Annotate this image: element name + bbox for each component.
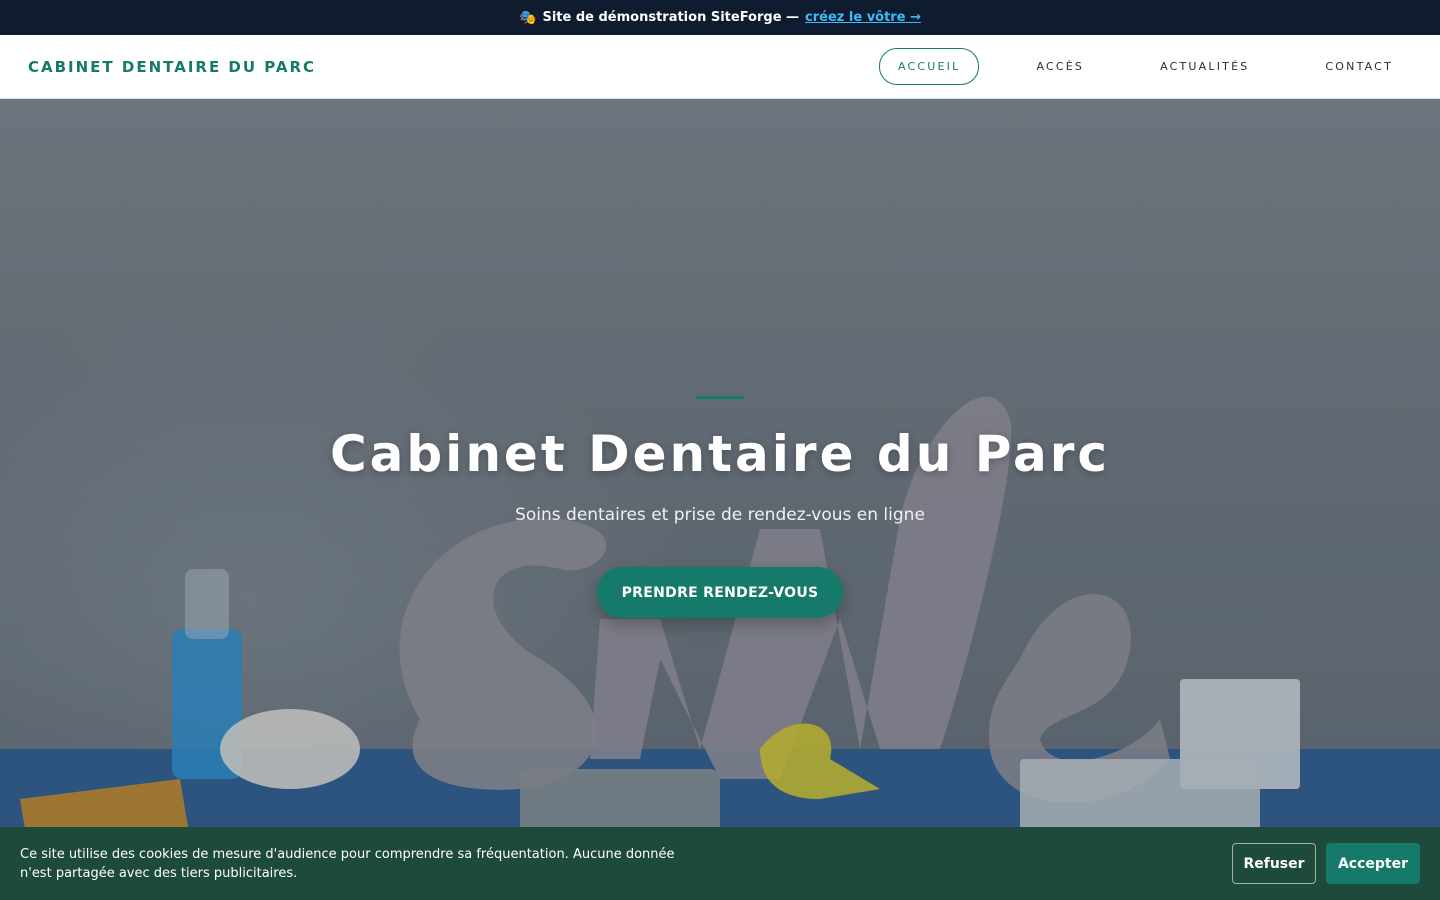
accent-divider — [696, 396, 744, 399]
main-nav: ACCUEIL ACCÈS ACTUALITÉS CONTACT — [878, 48, 1412, 85]
theater-masks-icon: 🎭 — [519, 9, 537, 26]
create-site-link[interactable]: créez le vôtre → — [805, 10, 921, 25]
hero-section: Cabinet Dentaire du Parc Soins dentaires… — [0, 99, 1440, 900]
hero-subtitle: Soins dentaires et prise de rendez-vous … — [515, 505, 925, 525]
site-header: CABINET DENTAIRE DU PARC ACCUEIL ACCÈS A… — [0, 35, 1440, 99]
brand-logo-text[interactable]: CABINET DENTAIRE DU PARC — [28, 58, 316, 76]
nav-item-contact[interactable]: CONTACT — [1306, 48, 1412, 85]
hero-title: Cabinet Dentaire du Parc — [329, 425, 1111, 483]
accept-cookies-button[interactable]: Accepter — [1326, 843, 1420, 884]
hero-content: Cabinet Dentaire du Parc Soins dentaires… — [0, 99, 1440, 900]
refuse-cookies-button[interactable]: Refuser — [1232, 843, 1316, 884]
demo-banner-text: Site de démonstration SiteForge — — [542, 10, 800, 25]
nav-item-acces[interactable]: ACCÈS — [1017, 48, 1103, 85]
cookie-banner-text: Ce site utilise des cookies de mesure d'… — [20, 846, 675, 881]
cookie-actions: Refuser Accepter — [1232, 843, 1420, 884]
cookie-banner: Ce site utilise des cookies de mesure d'… — [0, 827, 1440, 900]
nav-item-accueil[interactable]: ACCUEIL — [878, 48, 980, 85]
book-appointment-button[interactable]: PRENDRE RENDEZ-VOUS — [597, 567, 843, 618]
demo-banner: 🎭 Site de démonstration SiteForge — crée… — [0, 0, 1440, 35]
nav-item-actualites[interactable]: ACTUALITÉS — [1141, 48, 1268, 85]
